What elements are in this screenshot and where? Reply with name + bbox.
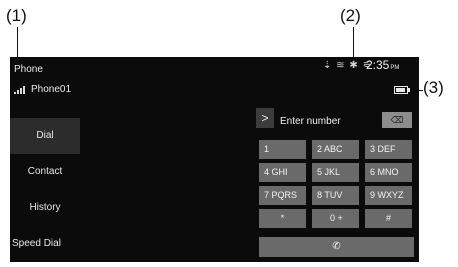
keypad: 1 2 ABC 3 DEF 4 GHI 5 JKL 6 MNO 7 PQRS 8… [259,140,414,228]
clock-time: 2:35 [366,58,390,72]
menu-item-history[interactable]: History [10,190,80,226]
connected-device: Phone01 [14,84,71,95]
clock: 2:35PM [366,58,399,72]
app-title: Phone [14,64,43,75]
phone-icon: ✆ [332,241,341,252]
key-8[interactable]: 8 TUV [312,186,359,205]
clock-suffix: PM [390,65,400,71]
battery-icon [394,86,410,94]
menu-item-contact[interactable]: Contact [10,154,80,190]
battery-level [396,88,405,92]
device-name: Phone01 [31,84,72,95]
callout-1: (1) [6,6,27,25]
callout-2: (2) [340,6,361,25]
phone-screen: Phone Phone01 ⇣ ≋ ✱ ⚟ 2:35PM Dial Contac… [10,57,419,262]
call-button[interactable]: ✆ [259,237,414,257]
backspace-button[interactable]: ⌫ [382,112,412,128]
key-4[interactable]: 4 GHI [259,163,306,182]
key-9[interactable]: 9 WXYZ [365,186,412,205]
signal-strength-icon [14,85,25,94]
number-input[interactable]: Enter number [280,116,341,127]
menu-item-speed-dial[interactable]: Speed Dial [10,226,80,262]
key-0[interactable]: 0 + [312,209,359,228]
callout-3: (3) [423,78,444,97]
callout-2-line [353,27,354,58]
key-hash[interactable]: # [365,209,412,228]
expand-arrow-button[interactable]: > [256,108,274,128]
menu-item-dial[interactable]: Dial [10,118,80,154]
side-menu: Dial Contact History Speed Dial [10,118,80,262]
key-7[interactable]: 7 PQRS [259,186,306,205]
key-star[interactable]: * [259,209,306,228]
key-3[interactable]: 3 DEF [365,140,412,159]
key-2[interactable]: 2 ABC [312,140,359,159]
key-6[interactable]: 6 MNO [365,163,412,182]
key-1[interactable]: 1 [259,140,306,159]
key-5[interactable]: 5 JKL [312,163,359,182]
